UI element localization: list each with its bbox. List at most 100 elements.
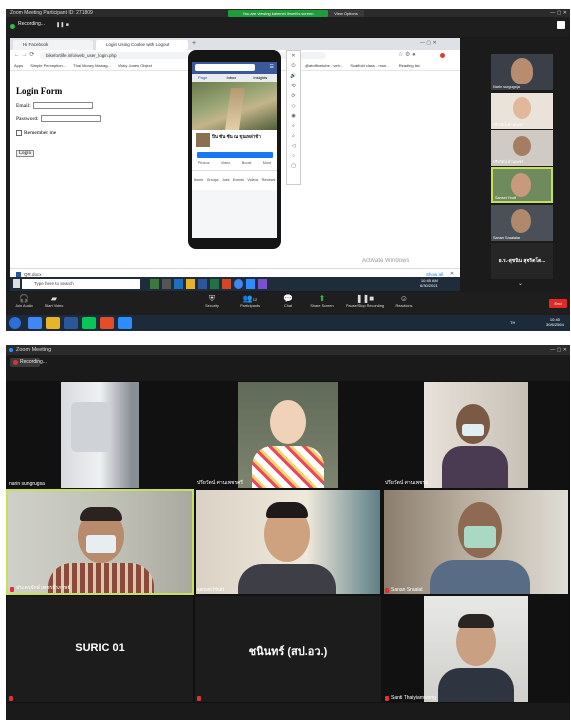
pause-recording-button[interactable]: ❚❚■ Pause/Stop Recording	[342, 294, 388, 308]
view-options-button[interactable]: View Options	[328, 10, 364, 17]
participants-button[interactable]: 👥12 Participants	[232, 294, 268, 308]
security-button[interactable]: ⛨ Security	[194, 294, 230, 308]
nav-arrows-icon[interactable]: ← → ⟳	[14, 51, 34, 58]
nav-reviews[interactable]: Reviews	[262, 178, 276, 182]
folder-icon[interactable]	[46, 317, 60, 329]
app-icon[interactable]	[150, 279, 159, 289]
chevron-down-icon[interactable]: ⌄	[518, 280, 523, 287]
search-input[interactable]	[195, 64, 255, 71]
share-screen-button[interactable]: ⬆ Share Screen	[304, 294, 340, 308]
tab-facebook[interactable]: Hi Facebook	[13, 40, 93, 50]
recording-bar: Recording...	[6, 355, 570, 370]
phone-emulator: ☰ Page Inbox Insights ปีน ซัน ซัน ณ ขุนเ…	[188, 50, 281, 249]
participant-tile[interactable]: Santi Thaiyiamwong	[382, 595, 570, 703]
url-field[interactable]: bikefortlife.info/web_user_login.php	[40, 52, 326, 59]
new-tab-icon[interactable]: +	[192, 40, 196, 47]
participants-icon: 👥12	[242, 294, 258, 303]
end-button[interactable]: End	[549, 299, 567, 308]
tab-insights[interactable]: Insights	[253, 75, 267, 80]
action-more[interactable]: More	[263, 161, 272, 165]
participant-tile[interactable]: narin sungrugsa	[6, 381, 194, 489]
participant-name: narin sungrugsa	[9, 481, 45, 487]
participant-tile-no-video[interactable]: ชนินทร์ (สป.อว.)	[194, 595, 382, 703]
tab-page[interactable]: Page	[198, 75, 207, 80]
nav-events[interactable]: Events	[233, 178, 244, 182]
bookmark-item[interactable]: Vicky Jones Object	[118, 63, 152, 68]
taskbar-search[interactable]: Type here to search	[22, 279, 140, 289]
nav-groups[interactable]: Groups	[207, 178, 219, 182]
zoom-icon[interactable]	[118, 317, 132, 329]
reading-list[interactable]: Reading list	[399, 63, 420, 68]
windows-start-icon[interactable]	[9, 317, 21, 329]
participant-thumb[interactable]: Narin surgugoja	[491, 54, 553, 90]
start-video-button[interactable]: ▰ Start Video	[36, 294, 72, 308]
participant-thumb[interactable]: ปรียวัตน์ ศานเพชร	[491, 93, 553, 129]
participant-tile-active-speaker[interactable]: ประครุจักษ์ เพชรธีรภาพย์	[6, 489, 194, 595]
emulator-icons[interactable]: ✕ ⏻ 🔊 ⟲ ⟳ ◇ ◉ ⌕ ⌕ ◁ ○ ▢	[287, 51, 300, 171]
bookmark-item[interactable]: Simple Perception...	[30, 63, 66, 68]
menu-icon[interactable]: ☰	[270, 64, 274, 70]
reactions-button[interactable]: ☺ Reactions	[386, 294, 422, 308]
zoom-icon[interactable]	[246, 279, 255, 289]
login-button[interactable]: Login	[16, 150, 34, 157]
app-icon[interactable]	[174, 279, 183, 289]
app-icon[interactable]	[162, 279, 171, 289]
tab-inbox[interactable]: Inbox	[226, 75, 236, 80]
participant-tile-no-video[interactable]: SURIC 01	[6, 595, 194, 703]
windows-start-icon[interactable]	[13, 279, 20, 288]
viewing-screen-banner: You are viewing kalmnet ilmmtt's screen	[228, 10, 328, 17]
participant-tile[interactable]: Sanan Sraalat	[382, 489, 570, 595]
app-icon[interactable]	[222, 279, 231, 289]
participant-tile[interactable]: ปรียวัตน์ ศานเพชรศรี	[194, 381, 382, 489]
windows-taskbar: TH 10:45 30/6/2564	[6, 315, 570, 331]
tab-login[interactable]: Login Using Cookie with Logout	[96, 40, 188, 50]
grid-view-icon[interactable]	[557, 21, 565, 29]
action-boost[interactable]: Boost	[242, 161, 252, 165]
participant-thumb-active[interactable]: Sanset Hrutt	[491, 167, 553, 203]
emulator-toolbar[interactable]: ✕ ⏻ 🔊 ⟲ ⟳ ◇ ◉ ⌕ ⌕ ◁ ○ ▢	[286, 50, 301, 185]
nav-videos[interactable]: Videos	[247, 178, 258, 182]
participant-tile[interactable]: sanset Hrutt	[194, 489, 382, 595]
browser-window-controls[interactable]: — ▢ ✕	[420, 40, 437, 46]
email-input[interactable]	[32, 102, 93, 109]
app-icon[interactable]	[258, 279, 267, 289]
word-icon[interactable]	[198, 279, 207, 289]
shirt	[252, 446, 324, 488]
hair	[80, 507, 122, 521]
excel-icon[interactable]	[210, 279, 219, 289]
chrome-icon[interactable]	[28, 317, 42, 329]
input-language[interactable]: TH	[510, 320, 515, 325]
bookmark-item[interactable]: Scaffold class - mun...	[350, 63, 389, 68]
page-tabs: Page Inbox Insights	[192, 74, 277, 82]
participant-tile[interactable]: ปรียวัตน์ ศานเพชรธ..	[382, 381, 570, 489]
line-icon[interactable]	[82, 317, 96, 329]
chrome-icon[interactable]	[234, 279, 243, 289]
bookmark-item[interactable]: Thai Money Manag...	[73, 63, 111, 68]
app-icon[interactable]	[100, 317, 114, 329]
zoom-titlebar: Zoom Meeting Participant ID: 271809 You …	[6, 9, 570, 17]
participant-name: ปรียวัตน์ ศานเพชรธ..	[385, 480, 431, 486]
remember-checkbox[interactable]	[16, 130, 22, 136]
pause-stop-icon[interactable]: ❚❚ ■	[56, 22, 69, 28]
window-controls[interactable]: — ▢ ✕	[550, 9, 567, 17]
participant-thumb[interactable]: ธ.ร.-สุชนิน สุจริตโต...	[491, 243, 553, 279]
profile-avatar[interactable]	[440, 53, 445, 58]
zoom-controls: 🎧 Join Audio ▰ Start Video ⛨ Security 👥12 Pa…	[6, 292, 570, 315]
chat-button[interactable]: 💬 Chat	[270, 294, 306, 308]
muted-mic-icon	[197, 696, 201, 701]
password-input[interactable]	[40, 115, 101, 122]
bookmark-item[interactable]: @atoffinetube - veh...	[305, 63, 343, 68]
extensions-icon[interactable]: ☆ ⚙ ●	[398, 51, 416, 58]
window-controls[interactable]: — ▢ ✕	[550, 345, 567, 355]
create-post-button[interactable]	[197, 152, 273, 158]
nav-home[interactable]: Home	[194, 178, 204, 182]
word-icon[interactable]	[64, 317, 78, 329]
nav-jobs[interactable]: Jobs	[222, 178, 230, 182]
participant-thumb[interactable]: ปรียวัตน์ ศานเพชร	[491, 130, 553, 166]
folder-icon[interactable]	[186, 279, 195, 289]
bookmark-apps[interactable]: Apps	[14, 63, 23, 68]
action-photos[interactable]: Photos	[198, 161, 210, 165]
action-video[interactable]: Video	[221, 161, 231, 165]
profile-avatar[interactable]	[195, 132, 211, 148]
participant-thumb[interactable]: Sanan Sraalalar	[491, 205, 553, 241]
